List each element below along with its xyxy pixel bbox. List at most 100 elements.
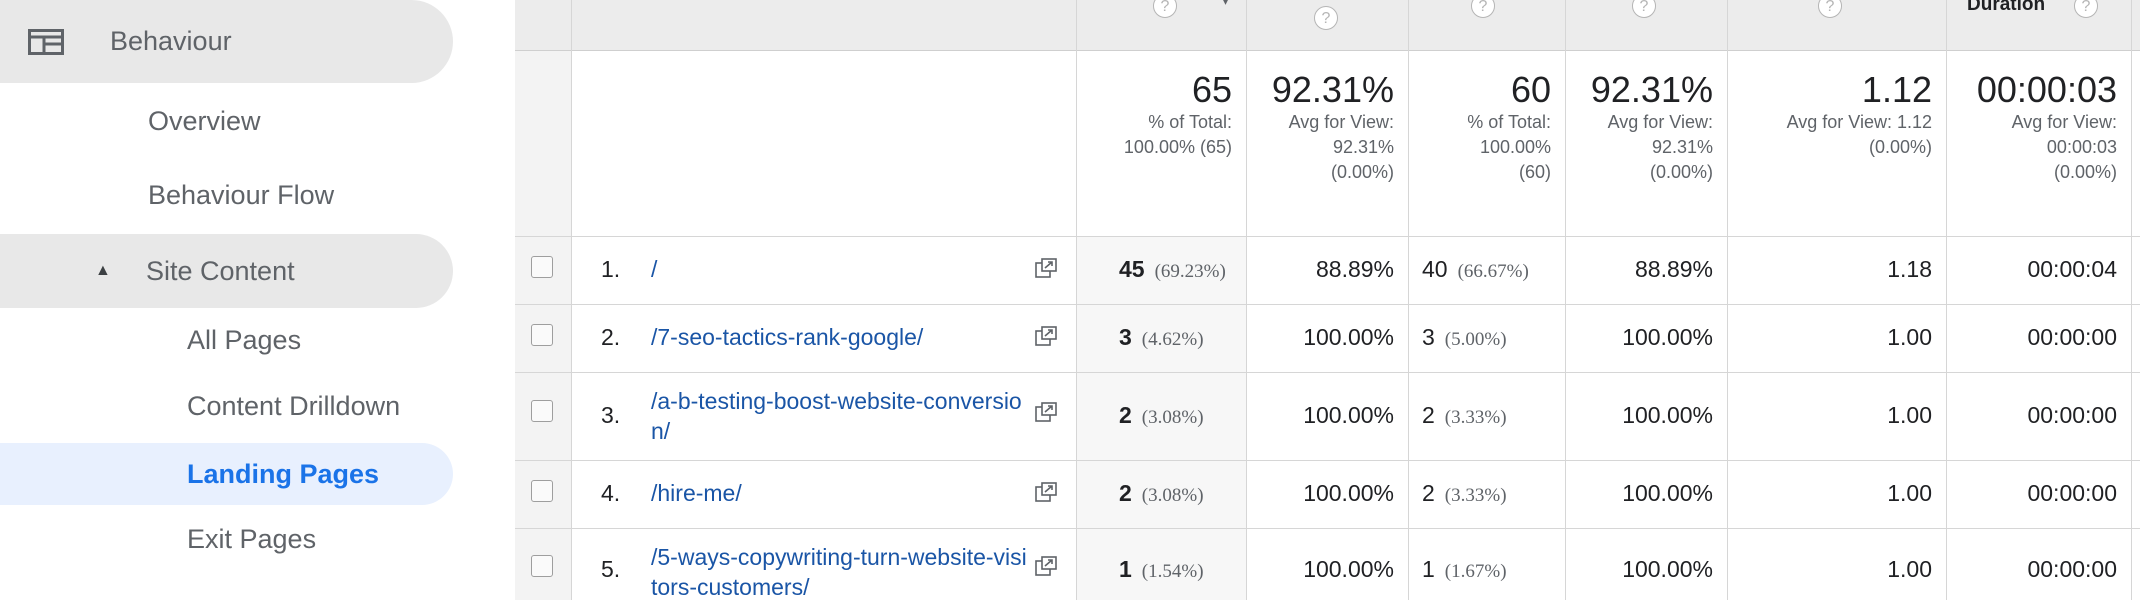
landing-page-link[interactable]: /hire-me/ [651, 478, 1051, 508]
summary-subtext: % of Total: 100.00% (65) [1123, 112, 1232, 157]
sessions-cell: 1 (1.54%) [1076, 556, 1246, 583]
question-icon[interactable]: ? [2074, 0, 2098, 18]
pct-new-sessions-cell: 100.00% [1303, 556, 1394, 582]
sidebar-item-behaviour[interactable]: Behaviour [0, 0, 453, 83]
pct-new-sessions-cell: 100.00% [1303, 324, 1394, 350]
new-users-cell: 3 (5.00%) [1408, 324, 1565, 351]
summary-subtext: Avg for View: 1.12 (0.00%) [1786, 112, 1932, 157]
new-users-value: 2 [1422, 402, 1435, 428]
summary-value: 00:00:03 [1976, 69, 2117, 110]
external-link-icon[interactable] [1035, 556, 1057, 576]
new-users-value: 2 [1422, 480, 1435, 506]
new-users-pct: (1.67%) [1444, 561, 1507, 582]
sidebar-item-content-drilldown[interactable]: Content Drilldown [0, 381, 400, 431]
new-users-value: 1 [1422, 556, 1435, 582]
row-checkbox[interactable] [531, 400, 553, 422]
sessions-value: 45 [1119, 256, 1145, 282]
pages-per-session-cell: 1.00 [1887, 480, 1932, 506]
landing-page-link[interactable]: /5-ways-copywriting-turn-website-visitor… [651, 542, 1031, 602]
pages-per-session-cell: 1.00 [1887, 556, 1932, 582]
question-icon[interactable]: ? [1818, 0, 1842, 18]
row-checkbox[interactable] [531, 555, 553, 577]
summary-pct-new: 92.31% Avg for View: 92.31% (0.00%) [1246, 52, 1408, 236]
row-checkbox[interactable] [531, 480, 553, 502]
sidebar-item-behaviour-flow[interactable]: Behaviour Flow [0, 170, 334, 220]
question-icon[interactable]: ? [1314, 6, 1338, 30]
new-users-pct: (5.00%) [1444, 329, 1507, 350]
sessions-value: 3 [1119, 324, 1132, 350]
new-users-cell: 40 (66.67%) [1408, 256, 1565, 283]
summary-sessions: 65 % of Total: 100.00% (65) [1076, 52, 1246, 236]
pct-new-sessions-cell: 88.89% [1315, 256, 1394, 282]
pages-per-session-cell: 1.00 [1887, 324, 1932, 350]
landing-page-link[interactable]: /a-b-testing-boost-website-conversion/ [651, 386, 1031, 446]
table-row: 1. / 45 (69.23%) 88.89% 40 (66.67%) 88.89%… [515, 236, 2140, 304]
question-icon[interactable]: ? [1153, 0, 1177, 18]
landing-pages-table: ? ▾ ? ? ? ? Duration ? 65 % of Total: 10… [515, 0, 2140, 600]
row-checkbox[interactable] [531, 324, 553, 346]
sidebar-item-landing-pages[interactable]: Landing Pages [0, 443, 453, 505]
sidebar-item-site-content[interactable]: ▲ Site Content [0, 234, 453, 308]
sidebar-item-all-pages[interactable]: All Pages [0, 315, 301, 365]
row-checkbox[interactable] [531, 256, 553, 278]
bounce-rate-cell: 88.89% [1634, 256, 1713, 282]
sidebar-item-exit-pages[interactable]: Exit Pages [0, 514, 316, 564]
summary-bounce-rate: 92.31% Avg for View: 92.31% (0.00%) [1565, 52, 1727, 236]
row-index: 4. [601, 480, 621, 506]
table-row: 3. /a-b-testing-boost-website-conversion… [515, 372, 2140, 460]
summary-subtext: % of Total: 100.00% (60) [1467, 112, 1551, 182]
avg-duration-cell: 00:00:04 [2027, 256, 2117, 282]
behaviour-icon [28, 29, 64, 55]
new-users-pct: (3.33%) [1444, 485, 1507, 506]
sessions-value: 1 [1119, 556, 1132, 582]
avg-duration-cell: 00:00:00 [2027, 402, 2117, 428]
sessions-value: 2 [1119, 402, 1132, 428]
pages-per-session-cell: 1.18 [1887, 256, 1932, 282]
sessions-pct: (4.62%) [1141, 329, 1204, 350]
triangle-up-icon: ▲ [95, 262, 111, 279]
question-icon[interactable]: ? [1632, 0, 1656, 18]
sessions-cell: 2 (3.08%) [1076, 480, 1246, 507]
avg-duration-cell: 00:00:00 [2027, 556, 2117, 582]
pct-new-sessions-cell: 100.00% [1303, 480, 1394, 506]
question-icon[interactable]: ? [1471, 0, 1495, 18]
new-users-cell: 1 (1.67%) [1408, 556, 1565, 583]
summary-pages-per-session: 1.12 Avg for View: 1.12 (0.00%) [1727, 52, 1946, 236]
sidebar-item-label: Overview [148, 105, 261, 136]
external-link-icon[interactable] [1035, 482, 1057, 502]
duration-header[interactable]: Duration [1967, 0, 2045, 16]
bounce-rate-cell: 100.00% [1622, 480, 1713, 506]
summary-subtext: Avg for View: 92.31% (0.00%) [1288, 112, 1394, 182]
sessions-pct: (69.23%) [1154, 261, 1226, 282]
pages-per-session-cell: 1.00 [1887, 402, 1932, 428]
landing-page-link[interactable]: / [651, 254, 1051, 284]
new-users-value: 3 [1422, 324, 1435, 350]
bounce-rate-cell: 100.00% [1622, 556, 1713, 582]
external-link-icon[interactable] [1035, 326, 1057, 346]
sort-arrow-icon[interactable]: ▾ [1222, 0, 1229, 9]
sidebar-item-label: Behaviour [110, 26, 232, 56]
row-index: 5. [601, 556, 621, 582]
external-link-icon[interactable] [1035, 258, 1057, 278]
landing-page-link[interactable]: /7-seo-tactics-rank-google/ [651, 322, 1051, 352]
bounce-rate-cell: 100.00% [1622, 324, 1713, 350]
sidebar-item-overview[interactable]: Overview [0, 96, 261, 146]
sidebar-item-label: Site Content [146, 255, 295, 286]
sidebar-item-label: Content Drilldown [187, 390, 401, 421]
table-row: 2. /7-seo-tactics-rank-google/ 3 (4.62%) … [515, 304, 2140, 372]
external-link-icon[interactable] [1035, 402, 1057, 422]
sidebar: Behaviour Overview Behaviour Flow ▲ Site… [0, 0, 515, 600]
avg-duration-cell: 00:00:00 [2027, 480, 2117, 506]
sessions-cell: 45 (69.23%) [1076, 256, 1246, 283]
sidebar-item-label: Landing Pages [187, 458, 380, 489]
table-header: ? ▾ ? ? ? ? Duration ? [515, 0, 2140, 51]
new-users-pct: (3.33%) [1444, 407, 1507, 428]
sidebar-item-label: Behaviour Flow [148, 179, 335, 210]
table-row: 4. /hire-me/ 2 (3.08%) 100.00% 2 (3.33%) 1… [515, 460, 2140, 528]
sessions-cell: 2 (3.08%) [1076, 402, 1246, 429]
new-users-cell: 2 (3.33%) [1408, 402, 1565, 429]
summary-value: 65 [1191, 69, 1232, 110]
bounce-rate-cell: 100.00% [1622, 402, 1713, 428]
summary-avg-duration: 00:00:03 Avg for View: 00:00:03 (0.00%) [1946, 52, 2131, 236]
summary-value: 92.31% [1271, 69, 1394, 110]
